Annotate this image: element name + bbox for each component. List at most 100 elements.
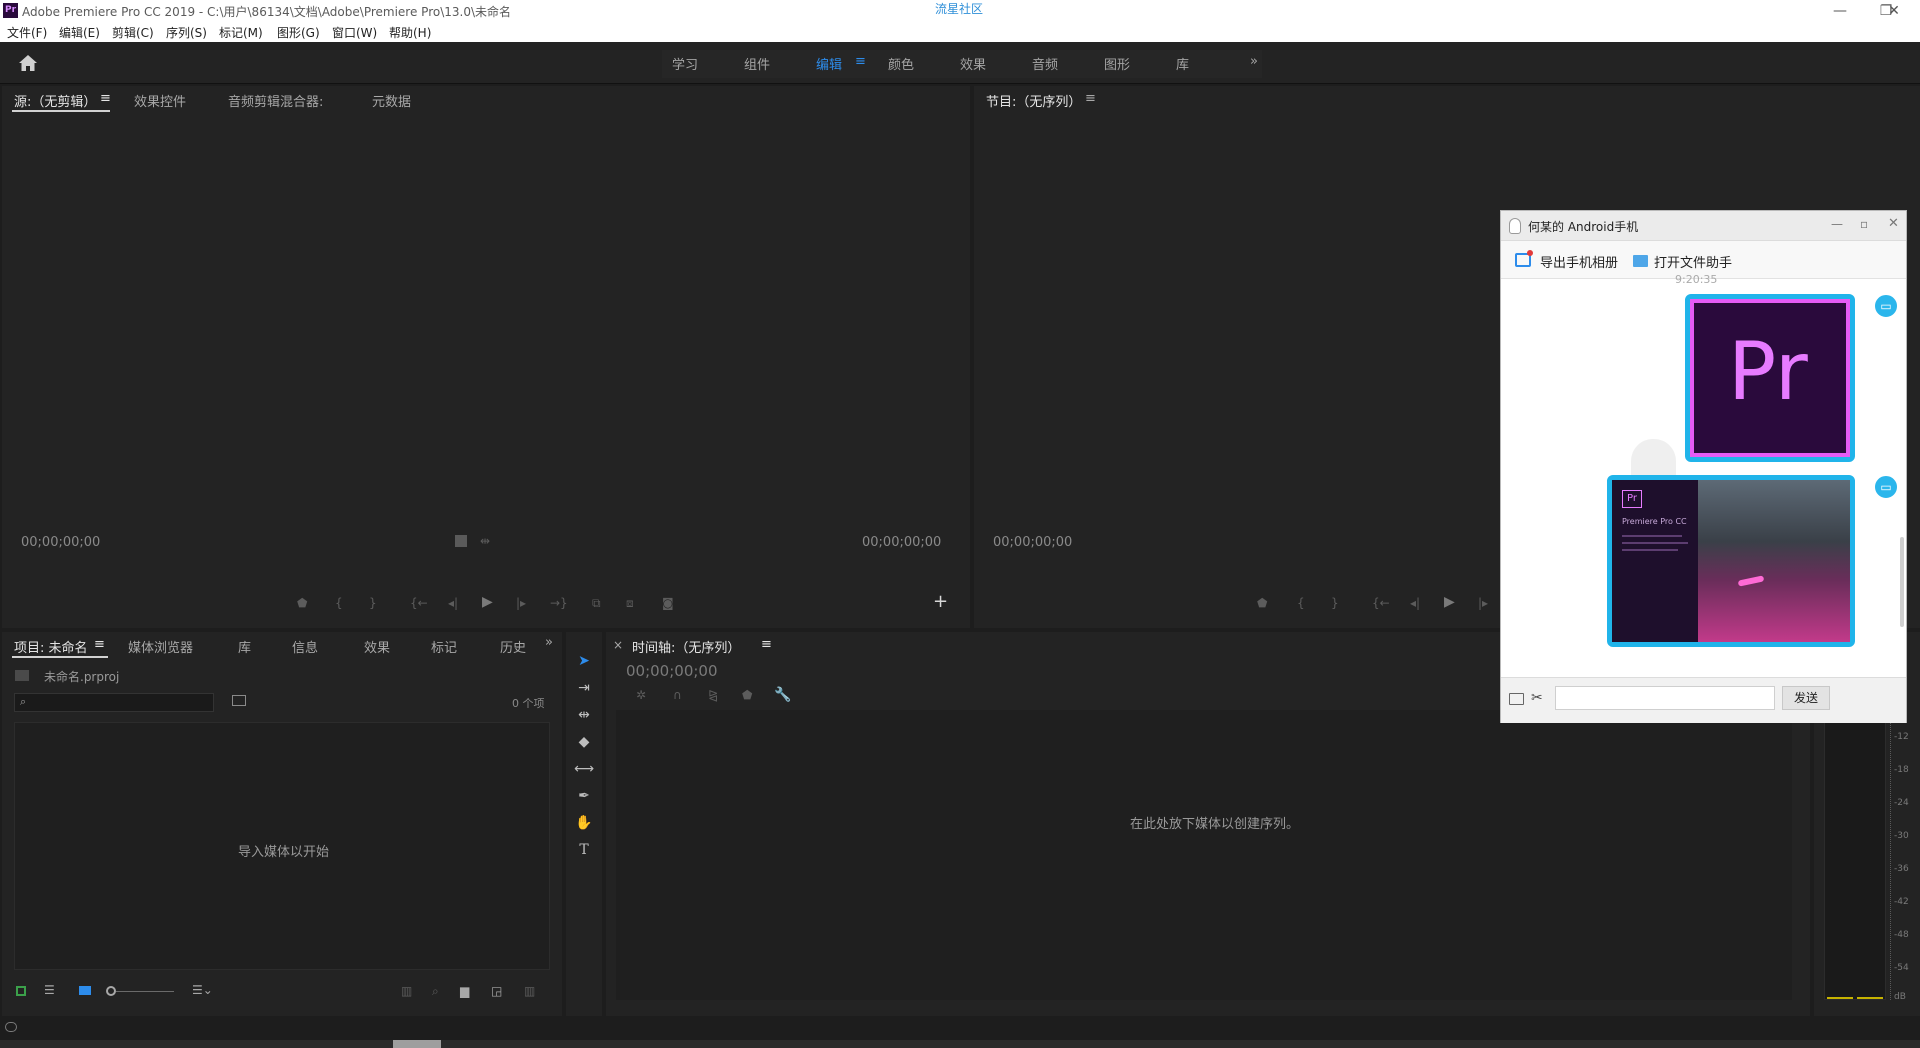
- step-forward-icon[interactable]: |▸: [516, 596, 526, 610]
- home-icon[interactable]: [18, 54, 38, 72]
- track-select-tool-icon[interactable]: ⇥: [573, 677, 595, 699]
- insert-icon[interactable]: ⧉: [592, 596, 601, 611]
- program-add-marker-icon[interactable]: ⬟: [1257, 596, 1267, 610]
- find-icon[interactable]: ⌕: [432, 984, 439, 999]
- program-step-back-icon[interactable]: ◂|: [1410, 596, 1420, 610]
- sender-avatar-icon[interactable]: ▭: [1873, 474, 1899, 500]
- tab-source[interactable]: 源:（无剪辑）: [14, 91, 96, 110]
- qq-scrollbar[interactable]: [1900, 537, 1904, 627]
- mark-out-icon[interactable]: }: [369, 596, 377, 610]
- image-message-pr-logo[interactable]: Pr: [1685, 294, 1855, 462]
- new-item-icon[interactable]: ◲: [491, 984, 502, 998]
- menu-sequence[interactable]: 序列(S): [166, 24, 207, 41]
- pen-tool-icon[interactable]: ✒: [573, 785, 595, 807]
- menu-file[interactable]: 文件(F): [7, 24, 47, 41]
- tab-libraries[interactable]: 库: [238, 637, 251, 656]
- open-file-helper-button[interactable]: 打开文件助手: [1654, 252, 1732, 271]
- minimize-button[interactable]: —: [1820, 1, 1860, 21]
- tab-history[interactable]: 历史: [500, 637, 528, 656]
- go-to-out-icon[interactable]: →}: [550, 596, 568, 610]
- source-timecode-current[interactable]: 00;00;00;00: [21, 535, 100, 550]
- tab-effects[interactable]: 效果: [364, 637, 390, 656]
- project-tabs-overflow-icon[interactable]: »: [545, 635, 553, 650]
- image-message-pr-splash[interactable]: Pr Premiere Pro CC: [1607, 475, 1855, 647]
- timeline-drop-area[interactable]: 在此处放下媒体以创建序列。: [616, 710, 1792, 1000]
- menu-marker[interactable]: 标记(M): [219, 24, 263, 41]
- tab-info[interactable]: 信息: [292, 637, 318, 656]
- tab-timeline-menu-icon[interactable]: ≡: [761, 637, 772, 652]
- export-album-button[interactable]: 导出手机相册: [1540, 252, 1618, 271]
- lock-icon[interactable]: [16, 986, 26, 996]
- tab-markers[interactable]: 标记: [431, 637, 457, 656]
- overwrite-icon[interactable]: ⧈: [626, 596, 634, 611]
- close-icon[interactable]: ×: [613, 638, 623, 652]
- message-input[interactable]: [1555, 686, 1775, 710]
- automate-to-sequence-icon[interactable]: ▥: [401, 984, 412, 998]
- razor-tool-icon[interactable]: ◆: [573, 731, 595, 753]
- settings-icon[interactable]: ⇹: [480, 534, 490, 548]
- tab-timeline[interactable]: 时间轴:（无序列）: [632, 637, 740, 656]
- program-timecode-current[interactable]: 00;00;00;00: [993, 535, 1072, 550]
- workspace-effects[interactable]: 效果: [960, 54, 986, 73]
- icon-view-icon[interactable]: [79, 986, 91, 995]
- zoom-slider-handle[interactable]: [106, 986, 116, 996]
- qq-close-icon[interactable]: ✕: [1888, 216, 1899, 231]
- snap-icon[interactable]: ∩: [673, 688, 682, 702]
- workspace-libraries[interactable]: 库: [1176, 54, 1189, 73]
- workspace-editing-menu-icon[interactable]: ≡: [855, 54, 866, 69]
- menu-edit[interactable]: 编辑(E): [59, 24, 100, 41]
- project-drop-area[interactable]: 导入媒体以开始: [14, 722, 550, 970]
- program-step-forward-icon[interactable]: |▸: [1478, 596, 1488, 610]
- program-mark-out-icon[interactable]: }: [1331, 596, 1339, 610]
- wrench-icon[interactable]: 🔧: [774, 687, 791, 703]
- mark-in-icon[interactable]: {: [335, 596, 343, 610]
- project-search-input[interactable]: ⌕: [14, 693, 214, 712]
- tab-metadata[interactable]: 元数据: [372, 91, 411, 110]
- zoom-slider-track[interactable]: [116, 991, 174, 992]
- tab-program[interactable]: 节目:（无序列）: [986, 91, 1081, 110]
- send-file-icon[interactable]: [1509, 693, 1524, 705]
- linked-selection-icon[interactable]: ⧎: [708, 688, 718, 702]
- play-icon[interactable]: ▶: [482, 594, 493, 610]
- fit-dropdown-icon[interactable]: [455, 535, 467, 547]
- close-button[interactable]: ✕: [1874, 1, 1914, 21]
- tab-audio-clip-mixer[interactable]: 音频剪辑混合器:: [228, 91, 323, 110]
- timeline-marker-icon[interactable]: ⬟: [742, 688, 752, 702]
- workspace-overflow-icon[interactable]: »: [1250, 54, 1258, 69]
- tab-program-menu-icon[interactable]: ≡: [1085, 91, 1096, 106]
- menu-window[interactable]: 窗口(W): [332, 24, 377, 41]
- sort-icon[interactable]: ☰⌄: [192, 983, 213, 997]
- ripple-edit-tool-icon[interactable]: ⇹: [573, 704, 595, 726]
- menu-clip[interactable]: 剪辑(C): [112, 24, 154, 41]
- workspace-audio[interactable]: 音频: [1032, 54, 1058, 73]
- add-button[interactable]: +: [933, 591, 948, 612]
- screenshot-icon[interactable]: ✂: [1531, 690, 1543, 706]
- nest-icon[interactable]: ✲: [636, 688, 646, 702]
- trash-icon[interactable]: ▥: [524, 984, 535, 998]
- slip-tool-icon[interactable]: ⟷: [573, 758, 595, 780]
- workspace-editing[interactable]: 编辑: [816, 54, 842, 73]
- program-play-icon[interactable]: ▶: [1444, 594, 1455, 610]
- tab-effect-controls[interactable]: 效果控件: [134, 91, 186, 110]
- send-button[interactable]: 发送: [1782, 686, 1830, 710]
- selection-tool-icon[interactable]: ➤: [573, 650, 595, 672]
- type-tool-icon[interactable]: T: [573, 839, 595, 861]
- new-search-bin-icon[interactable]: [232, 695, 246, 706]
- cloud-sync-icon[interactable]: [5, 1022, 17, 1032]
- workspace-assembly[interactable]: 组件: [744, 54, 770, 73]
- tab-media-browser[interactable]: 媒体浏览器: [128, 637, 193, 656]
- timeline-timecode[interactable]: 00;00;00;00: [626, 662, 718, 680]
- hand-tool-icon[interactable]: ✋: [573, 812, 595, 834]
- sender-avatar-icon[interactable]: ▭: [1873, 293, 1899, 319]
- program-go-to-in-icon[interactable]: {←: [1372, 596, 1390, 610]
- tab-source-menu-icon[interactable]: ≡: [100, 91, 111, 106]
- workspace-color[interactable]: 颜色: [888, 54, 914, 73]
- program-mark-in-icon[interactable]: {: [1297, 596, 1305, 610]
- new-bin-icon[interactable]: ▆: [460, 984, 469, 998]
- export-frame-icon[interactable]: ◙: [662, 596, 674, 610]
- menu-help[interactable]: 帮助(H): [389, 24, 431, 41]
- workspace-learn[interactable]: 学习: [672, 54, 698, 73]
- tab-project[interactable]: 项目: 未命名: [14, 637, 88, 656]
- qq-minimize-icon[interactable]: —: [1831, 217, 1843, 231]
- tab-project-menu-icon[interactable]: ≡: [94, 637, 105, 652]
